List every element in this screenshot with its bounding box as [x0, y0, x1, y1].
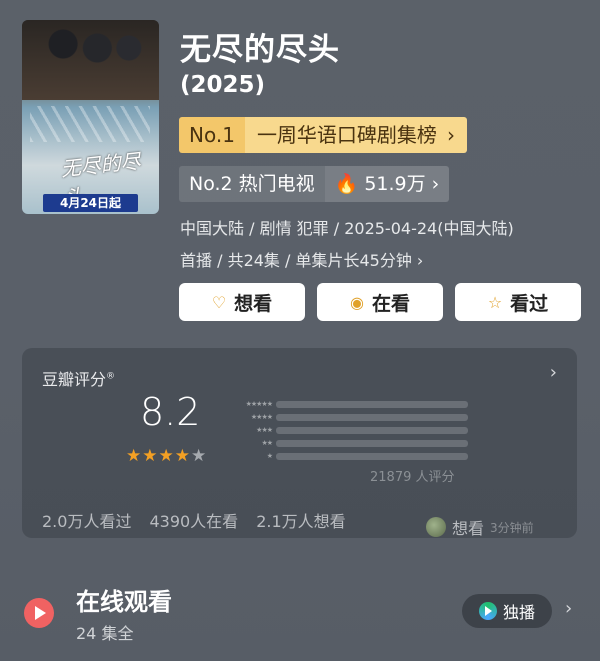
watch-stats: 2.0万人看过 4390人在看 2.1万人想看 [42, 508, 346, 532]
dist-row-2: ★★ [218, 437, 468, 449]
dist-row-4: ★★★★ [218, 411, 468, 423]
registered-mark: ® [106, 371, 116, 382]
dist-label: ★★★★ [250, 413, 273, 421]
ranking-badge-secondary[interactable]: No.2 热门电视 🔥 51.9万 › [179, 166, 450, 202]
dist-label: ★★★★★ [245, 400, 273, 408]
want-to-watch-label: 想看 [234, 292, 273, 315]
stars-filled: ★★★★ [126, 446, 191, 466]
exclusive-label: 独播 [502, 603, 535, 622]
chevron-right-icon[interactable]: › [565, 598, 572, 619]
dist-row-3: ★★★ [218, 424, 468, 436]
poster-image[interactable]: 无尽的尽头 4月24日起 [22, 20, 159, 214]
rank-list-name: 一周华语口碑剧集榜 [256, 123, 437, 147]
release-year: (2025) [180, 72, 266, 98]
action-buttons: ♡ 想看 ◉ 在看 ☆ 看过 [179, 283, 581, 321]
page-title: 无尽的尽头 [180, 32, 340, 68]
dist-track [276, 452, 468, 460]
watching-label: 在看 [371, 292, 410, 315]
stars-empty: ★ [190, 446, 208, 466]
stat-want[interactable]: 2.1万人想看 [256, 508, 345, 532]
chevron-right-icon: › [446, 123, 455, 147]
rating-header-text: 豆瓣评分 [42, 370, 107, 389]
ranking-badge-primary[interactable]: No.1 一周华语口碑剧集榜 › [179, 117, 467, 153]
avatar [426, 517, 446, 537]
rating-stars: ★★★★★ [126, 446, 207, 466]
online-watch-title[interactable]: 在线观看 [76, 582, 172, 617]
star-outline-icon: ☆ [487, 292, 503, 312]
stat-watching[interactable]: 4390人在看 [149, 508, 238, 532]
dist-row-1: ★ [218, 450, 468, 462]
chevron-right-icon[interactable]: › [550, 362, 557, 383]
recent-activity[interactable]: 想看 3分钟前 [426, 515, 534, 539]
dist-track [276, 413, 468, 421]
watched-button[interactable]: ☆ 看过 [455, 283, 581, 321]
hot-number: 51.9万 [364, 173, 426, 195]
recent-action: 想看 [452, 519, 485, 538]
rating-score: 8.2 [140, 390, 201, 434]
chevron-right-icon: › [431, 173, 440, 195]
poster-figures [22, 20, 159, 100]
episode-count: 24 集全 [76, 624, 134, 643]
dist-track [276, 426, 468, 434]
flame-icon: 🔥 [334, 173, 359, 195]
play-triangle [35, 606, 46, 620]
dist-label: ★★★ [256, 426, 273, 434]
heart-plus-icon: ♡ [211, 292, 227, 312]
rating-header: 豆瓣评分® [42, 366, 115, 390]
dist-label: ★ [266, 452, 273, 460]
stat-watched[interactable]: 2.0万人看过 [42, 508, 131, 532]
dist-row-5: ★★★★★ [218, 398, 468, 410]
dist-label: ★★ [261, 439, 273, 447]
dist-track [276, 400, 468, 408]
meta-info-line2[interactable]: 首播 / 共24集 / 单集片长45分钟 › [180, 247, 423, 271]
hot-value: 🔥 51.9万 › [324, 166, 450, 202]
platform-logo-icon [478, 602, 497, 620]
poster-birds [30, 106, 150, 142]
poster-date-badge: 4月24日起 [43, 194, 138, 212]
recent-time: 3分钟前 [490, 520, 534, 535]
play-icon[interactable] [24, 598, 54, 628]
rating-distribution: ★★★★★ ★★★★ ★★★ ★★ ★ [218, 398, 468, 463]
rating-panel[interactable]: 豆瓣评分® › 8.2 ★★★★★ ★★★★★ ★★★★ ★★★ ★★ ★ 21… [22, 348, 577, 538]
target-icon: ◉ [350, 292, 364, 312]
watching-button[interactable]: ◉ 在看 [317, 283, 443, 321]
dist-track [276, 439, 468, 447]
exclusive-badge[interactable]: 独播 [462, 594, 552, 628]
watched-label: 看过 [510, 292, 549, 315]
rating-count: 21879 人评分 [370, 470, 455, 485]
meta-info-line1: 中国大陆 / 剧情 犯罪 / 2025-04-24(中国大陆) [180, 219, 514, 238]
rank2-text: No.2 热门电视 [189, 173, 315, 195]
rank-text: 一周华语口碑剧集榜 › [244, 117, 467, 153]
want-to-watch-button[interactable]: ♡ 想看 [179, 283, 305, 321]
rank-tag: No.1 [179, 117, 245, 153]
